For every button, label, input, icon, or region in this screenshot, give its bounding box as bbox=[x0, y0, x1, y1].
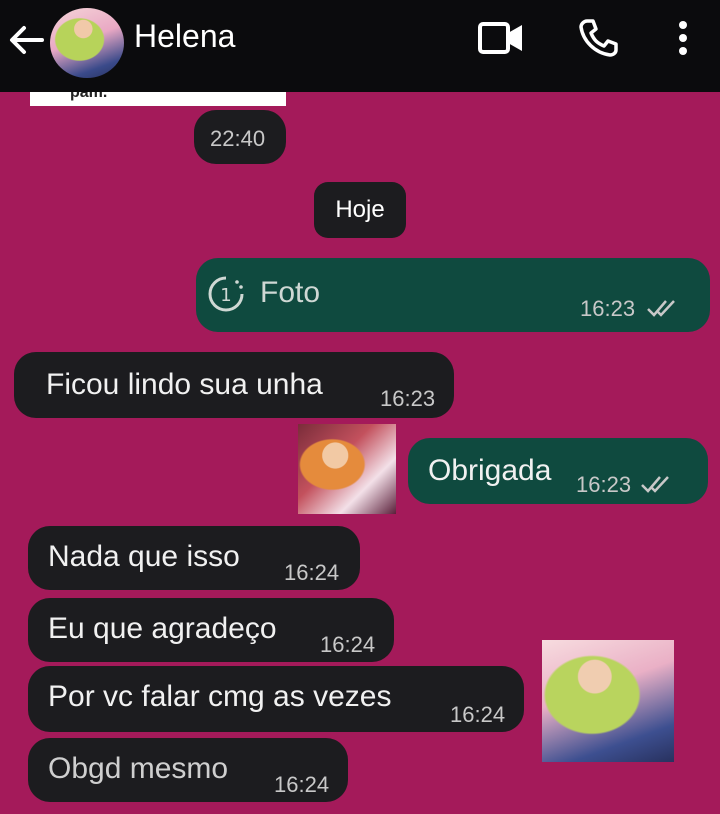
contact-name[interactable]: Helena bbox=[134, 18, 235, 55]
message-text: Nada que isso bbox=[48, 540, 240, 573]
chat-header: Helena bbox=[0, 0, 720, 92]
more-options-icon[interactable] bbox=[676, 20, 690, 56]
message-bubble-received[interactable]: 22:40 bbox=[194, 110, 286, 164]
message-time: 16:24 bbox=[320, 632, 376, 657]
message-bubble-sent[interactable]: Obrigada 16:23 bbox=[408, 438, 708, 504]
message-time: 22:40 bbox=[210, 126, 266, 151]
message-time: 16:24 bbox=[274, 772, 330, 797]
date-separator: Hoje bbox=[314, 182, 406, 238]
message-bubble-received[interactable]: Por vc falar cmg as vezes 16:24 bbox=[28, 666, 524, 732]
clipped-previous-message: pam. bbox=[30, 92, 286, 106]
video-call-icon[interactable] bbox=[478, 22, 524, 54]
back-arrow-icon[interactable] bbox=[6, 22, 46, 58]
message-bubble-sent[interactable]: 1 Foto 16:23 bbox=[196, 258, 710, 332]
clipped-text: pam. bbox=[70, 92, 108, 101]
message-text: Foto bbox=[260, 276, 321, 309]
svg-text:1: 1 bbox=[220, 285, 231, 306]
read-ticks-icon bbox=[641, 476, 669, 493]
message-bubble-received[interactable]: Nada que isso 16:24 bbox=[28, 526, 360, 590]
message-time: 16:23 bbox=[576, 472, 632, 497]
message-text: Ficou lindo sua unha bbox=[46, 368, 323, 401]
sticker-image[interactable] bbox=[298, 424, 396, 514]
avatar[interactable] bbox=[50, 8, 124, 78]
message-bubble-received[interactable]: Ficou lindo sua unha 16:23 bbox=[14, 352, 454, 418]
message-text: Eu que agradeço bbox=[48, 612, 277, 645]
message-time: 16:24 bbox=[450, 702, 506, 727]
message-text: Obgd mesmo bbox=[48, 752, 229, 785]
read-ticks-icon bbox=[647, 300, 675, 317]
message-time: 16:24 bbox=[284, 560, 340, 585]
message-text: Obrigada bbox=[428, 454, 552, 487]
view-once-icon: 1 bbox=[208, 276, 244, 312]
date-label: Hoje bbox=[335, 196, 385, 223]
message-text: Por vc falar cmg as vezes bbox=[48, 680, 392, 713]
message-bubble-received[interactable]: Eu que agradeço 16:24 bbox=[28, 598, 394, 662]
message-time: 16:23 bbox=[580, 296, 636, 321]
phone-icon[interactable] bbox=[578, 18, 618, 58]
sticker-image[interactable] bbox=[542, 640, 674, 762]
message-time: 16:23 bbox=[380, 386, 436, 411]
message-bubble-received[interactable]: Obgd mesmo 16:24 bbox=[28, 738, 348, 802]
